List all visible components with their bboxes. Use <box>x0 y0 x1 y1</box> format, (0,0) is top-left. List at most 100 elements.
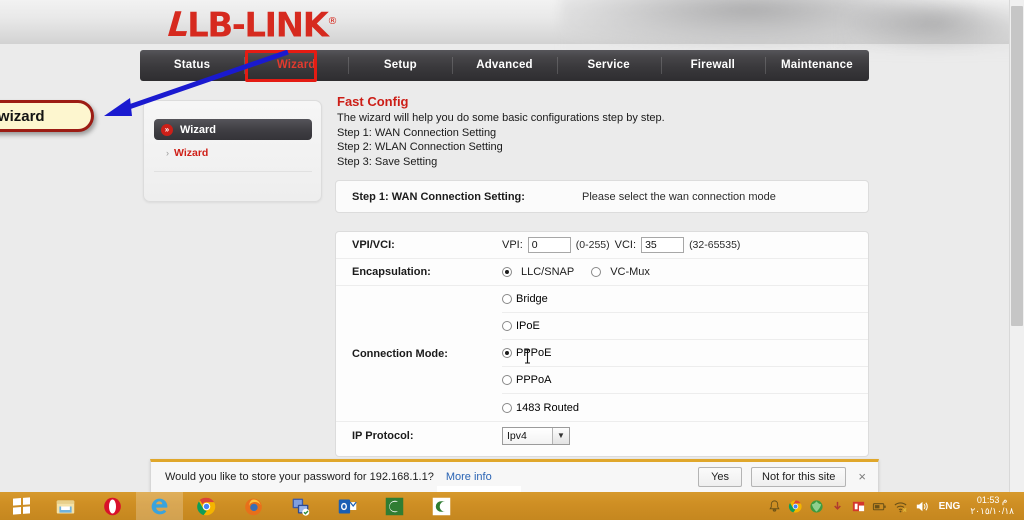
antivirus-shield-icon[interactable] <box>809 499 824 514</box>
chrome-tray-icon[interactable] <box>788 499 803 514</box>
nav-item-setup[interactable]: Setup <box>348 50 452 81</box>
update-arrow-icon[interactable] <box>830 499 845 514</box>
password-save-message: Would you like to store your password fo… <box>165 471 434 483</box>
password-save-not-for-site-button[interactable]: Not for this site <box>751 467 847 487</box>
radio-llc-snap-label: LLC/SNAP <box>521 266 575 278</box>
wan-settings-form: VPI/VCI: VPI: (0-255) VCI: (32-65535) En… <box>335 231 869 457</box>
scrollbar-thumb[interactable] <box>1011 6 1023 326</box>
radio-1483-routed-label: 1483 Routed <box>516 401 579 414</box>
taskbar-google-chrome-icon[interactable] <box>183 492 230 520</box>
wizard-description: The wizard will help you do some basic c… <box>337 111 665 169</box>
logo-wordmark: LB-LINK <box>187 5 329 46</box>
wizard-step-line-1: Step 1: WAN Connection Setting <box>337 126 497 139</box>
encapsulation-options: LLC/SNAP VC-Mux <box>502 266 868 278</box>
sidebar-item-wizard-label: Wizard <box>174 147 209 159</box>
radio-1483-routed[interactable] <box>502 402 512 413</box>
kaspersky-icon[interactable] <box>851 499 866 514</box>
volume-icon[interactable] <box>914 499 929 514</box>
radio-pppoa[interactable] <box>502 375 512 385</box>
encapsulation-label: Encapsulation: <box>352 266 431 278</box>
taskbar-microsoft-outlook-icon[interactable] <box>324 492 371 520</box>
sidebar-divider <box>154 171 312 172</box>
nav-item-service[interactable]: Service <box>556 50 661 81</box>
sidebar-header-wizard[interactable]: » Wizard <box>154 119 312 140</box>
radio-vc-mux[interactable] <box>591 267 602 277</box>
battery-icon[interactable] <box>872 499 887 514</box>
system-tray: ENG 01:53 م ٢٠١٥/١٠/١٨ <box>767 492 1024 520</box>
wizard-step-line-3: Step 3: Save Setting <box>337 155 438 168</box>
clock[interactable]: 01:53 م ٢٠١٥/١٠/١٨ <box>970 495 1020 517</box>
lb-link-logo: LLB-LINK® <box>162 5 337 46</box>
taskbar-file-explorer-icon[interactable] <box>42 492 89 520</box>
header-smudge-artifact-2 <box>840 4 1024 52</box>
start-button[interactable] <box>0 492 42 520</box>
close-icon[interactable]: × <box>858 470 866 483</box>
vpivci-label: VPI/VCI: <box>352 239 395 251</box>
router-admin-page: LLB-LINK® Status Wizard Setup Advanced S… <box>0 0 1024 492</box>
annotation-callout-text: k wizard <box>0 107 45 125</box>
password-save-yes-button[interactable]: Yes <box>698 467 743 487</box>
page-scrollbar[interactable] <box>1009 0 1024 492</box>
connection-mode-option-ipoe[interactable]: IPoE <box>502 313 868 340</box>
language-indicator[interactable]: ENG <box>939 501 961 512</box>
wizard-step-line-2: Step 2: WLAN Connection Setting <box>337 141 503 154</box>
vci-input[interactable] <box>641 237 685 253</box>
chevron-down-icon[interactable]: ▼ <box>552 427 569 444</box>
windows-logo-icon <box>12 497 30 515</box>
nav-item-wizard[interactable]: Wizard <box>244 50 348 81</box>
sidebar-header-label: Wizard <box>180 123 216 136</box>
vpi-input[interactable] <box>527 237 571 253</box>
radio-vc-mux-label: VC-Mux <box>610 266 650 278</box>
radio-pppoe-label: PPPoE <box>516 347 552 359</box>
radio-llc-snap[interactable] <box>502 267 512 277</box>
taskbar-camtasia-recorder-icon[interactable] <box>371 492 418 520</box>
step-banner-hint: Please select the wan connection mode <box>582 190 776 203</box>
clock-time: 01:53 م <box>976 495 1008 505</box>
radio-pppoa-label: PPPoA <box>516 374 552 386</box>
ip-protocol-select[interactable]: Ipv4 ▼ <box>502 426 570 445</box>
ip-protocol-label: IP Protocol: <box>352 429 414 442</box>
sidebar-item-wizard[interactable]: › Wizard <box>166 147 208 159</box>
vci-field-label: VCI: <box>614 239 637 251</box>
step-banner-title: Step 1: WAN Connection Setting: <box>352 190 525 203</box>
connection-mode-label: Connection Mode: <box>352 347 448 360</box>
connection-mode-option-pppoa[interactable]: PPPoA <box>502 367 868 394</box>
form-row-connection-mode: Connection Mode: Bridge IPoE PPPoE PPPoA <box>336 286 868 422</box>
nav-item-advanced[interactable]: Advanced <box>452 50 556 81</box>
network-wifi-icon[interactable] <box>893 499 908 514</box>
connection-mode-option-bridge[interactable]: Bridge <box>502 286 868 313</box>
taskbar-remote-desktop-icon[interactable] <box>277 492 324 520</box>
form-row-ip-protocol: IP Protocol: Ipv4 ▼ <box>336 422 868 449</box>
vpi-field-label: VPI: <box>502 239 523 251</box>
double-chevron-icon: » <box>161 123 173 136</box>
radio-pppoe[interactable] <box>502 348 512 358</box>
radio-bridge[interactable] <box>502 294 512 304</box>
radio-bridge-label: Bridge <box>516 293 548 305</box>
connection-mode-option-1483-routed[interactable]: 1483 Routed <box>502 394 868 421</box>
nav-item-status[interactable]: Status <box>140 50 244 81</box>
form-row-vpivci: VPI/VCI: VPI: (0-255) VCI: (32-65535) <box>336 232 868 259</box>
page-header-band <box>0 0 1024 52</box>
connection-mode-option-pppoe[interactable]: PPPoE <box>502 340 868 367</box>
radio-ipoe[interactable] <box>502 321 512 331</box>
main-navigation: Status Wizard Setup Advanced Service Fir… <box>140 50 869 81</box>
taskbar-opera-icon[interactable] <box>89 492 136 520</box>
vci-range-hint: (32-65535) <box>689 239 741 251</box>
taskbar-mozilla-firefox-icon[interactable] <box>230 492 277 520</box>
ip-protocol-selected-value: Ipv4 <box>507 429 527 442</box>
annotation-callout: k wizard <box>0 100 94 132</box>
vpivci-fields: VPI: (0-255) VCI: (32-65535) <box>502 237 868 253</box>
nav-item-firewall[interactable]: Firewall <box>660 50 765 81</box>
more-info-link[interactable]: More info <box>446 471 492 483</box>
step-banner-panel: Step 1: WAN Connection Setting: Please s… <box>335 180 869 213</box>
form-row-encapsulation: Encapsulation: LLC/SNAP VC-Mux <box>336 259 868 286</box>
page-title: Fast Config <box>337 94 409 109</box>
taskbar-internet-explorer-icon[interactable] <box>136 492 183 520</box>
notification-bell-icon[interactable] <box>767 499 782 514</box>
sidebar-panel: » Wizard › Wizard <box>143 100 322 202</box>
nav-item-maintenance[interactable]: Maintenance <box>764 50 869 81</box>
radio-ipoe-label: IPoE <box>516 320 540 332</box>
wizard-intro-line: The wizard will help you do some basic c… <box>337 112 665 124</box>
taskbar-camtasia-studio-icon[interactable] <box>418 492 465 520</box>
connection-mode-options: Bridge IPoE PPPoE PPPoA 1483 Routed <box>502 286 868 421</box>
